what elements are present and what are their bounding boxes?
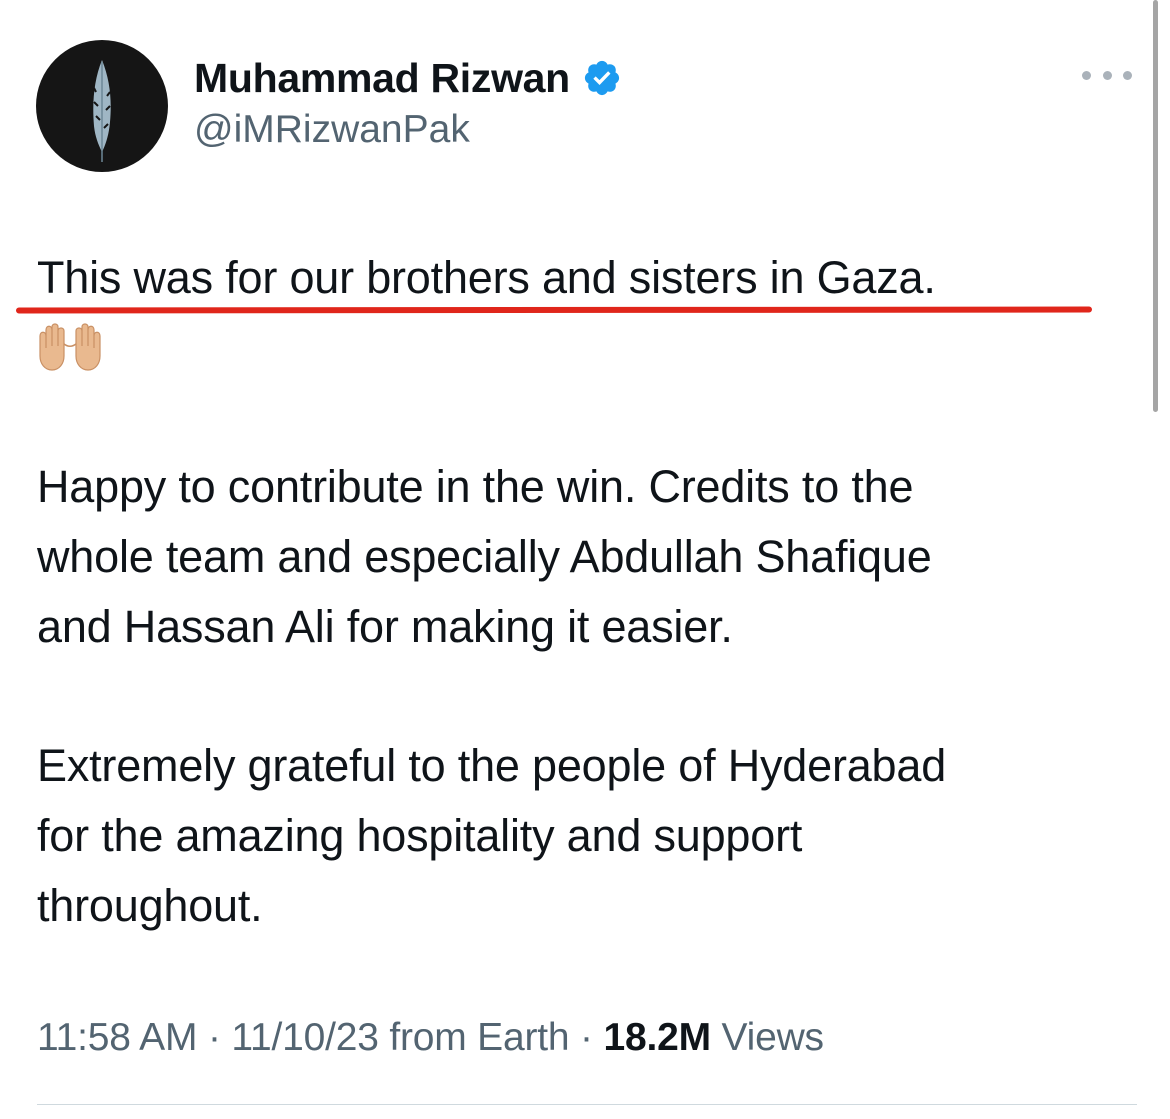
tweet-text-line: and Hassan Ali for making it easier. (37, 601, 733, 652)
scrollbar-thumb[interactable] (1153, 0, 1158, 412)
author-handle[interactable]: @iMRizwanPak (194, 108, 470, 152)
tweet-paragraph-3: Extremely grateful to the people of Hyde… (37, 731, 946, 941)
tweet-paragraph-2: Happy to contribute in the win. Credits … (37, 452, 932, 662)
views-count[interactable]: 18.2M (603, 1016, 711, 1059)
avatar[interactable] (36, 40, 168, 172)
views-label: Views (721, 1016, 825, 1059)
author-name-row: Muhammad Rizwan (194, 52, 622, 104)
tweet-text-line: for the amazing hospitality and support (37, 810, 803, 861)
feather-icon (93, 60, 111, 162)
scrollbar[interactable] (1151, 0, 1161, 420)
palms-up-together-icon (39, 323, 101, 371)
more-options-icon[interactable] (1082, 58, 1132, 92)
tweet-time[interactable]: 11:58 AM (37, 1016, 197, 1059)
tweet-text-line: Happy to contribute in the win. Credits … (37, 461, 914, 512)
divider (37, 1104, 1137, 1105)
tweet-source: from Earth (389, 1016, 570, 1059)
display-name[interactable]: Muhammad Rizwan (194, 55, 570, 102)
tweet-date[interactable]: 11/10/23 (231, 1016, 379, 1059)
dot (1123, 70, 1132, 80)
tweet-text-line-1: This was for our brothers and sisters in… (37, 252, 936, 303)
tweet-detail: Muhammad Rizwan @iMRizwanPak This was fo… (0, 0, 1170, 1119)
tweet-text-line: Extremely grateful to the people of Hyde… (37, 740, 947, 791)
separator: · (207, 1016, 221, 1059)
red-underline-annotation (15, 306, 1093, 314)
tweet-text-line: whole team and especially Abdullah Shafi… (37, 531, 932, 582)
tweet-text-line: throughout. (37, 880, 263, 931)
separator: · (580, 1016, 593, 1059)
tweet-metadata: 11:58 AM · 11/10/23 from Earth · 18.2M V… (37, 1016, 824, 1060)
verified-badge-icon (584, 60, 620, 96)
dot (1082, 70, 1091, 80)
dot (1102, 70, 1112, 80)
